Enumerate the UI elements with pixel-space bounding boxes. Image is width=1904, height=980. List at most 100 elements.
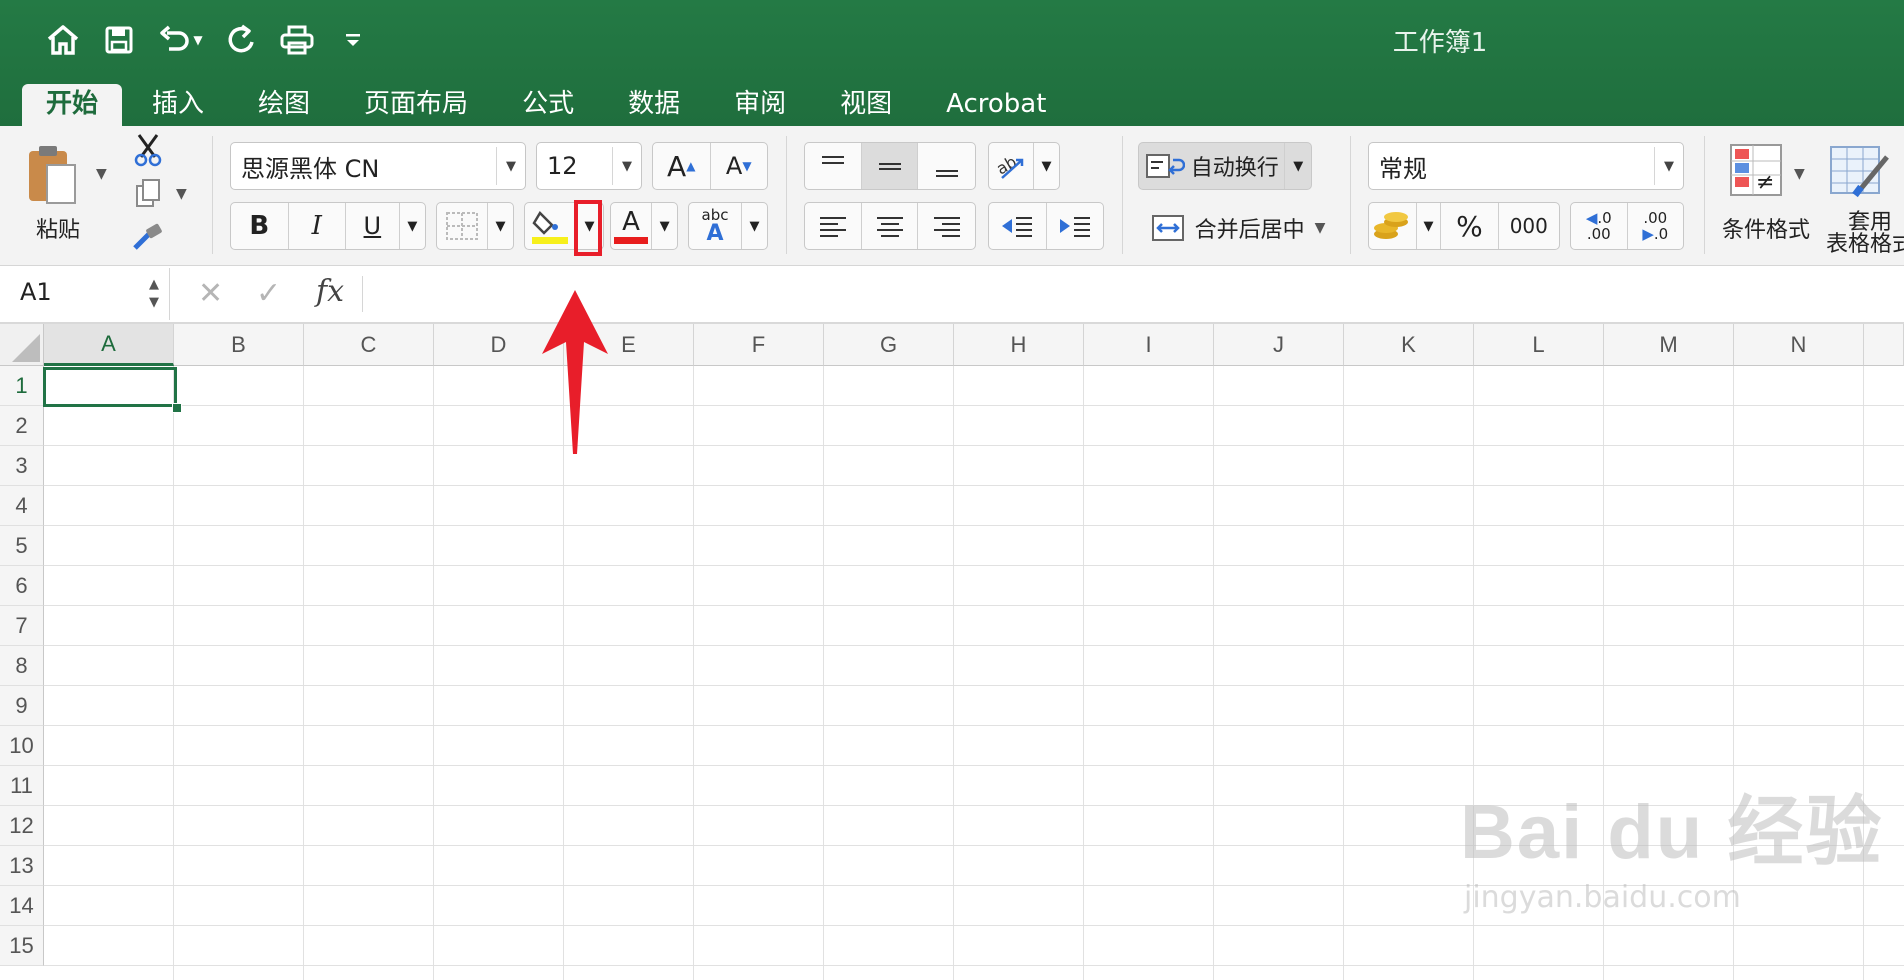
- underline-button[interactable]: U: [346, 203, 400, 249]
- align-center-button[interactable]: [862, 203, 919, 249]
- bold-button[interactable]: B: [231, 203, 289, 249]
- borders-dropdown-icon[interactable]: ▼: [488, 203, 513, 249]
- row-header[interactable]: 5: [0, 526, 44, 566]
- undo-dropdown-icon[interactable]: ▼: [193, 33, 202, 47]
- merge-center-dropdown-icon[interactable]: ▼: [1315, 220, 1326, 236]
- save-button[interactable]: [96, 17, 142, 63]
- phonetic-button[interactable]: abc A: [689, 203, 742, 249]
- wrap-text-dropdown-icon[interactable]: ▼: [1285, 143, 1311, 189]
- cancel-formula-icon[interactable]: ✕: [198, 276, 223, 311]
- row-header[interactable]: 15: [0, 926, 44, 966]
- number-format-dropdown-icon[interactable]: ▼: [1654, 147, 1683, 185]
- comma-style-button[interactable]: 000: [1499, 203, 1559, 249]
- tab-formulas[interactable]: 公式: [498, 84, 598, 126]
- customize-toolbar-button[interactable]: [330, 17, 376, 63]
- paste-dropdown-icon[interactable]: ▼: [96, 166, 107, 182]
- font-size-select[interactable]: 12 ▼: [536, 142, 642, 190]
- name-box-spinner-icon[interactable]: ▲ ▼: [149, 276, 159, 312]
- orientation-button[interactable]: ab: [989, 143, 1035, 189]
- align-top-button[interactable]: [805, 143, 862, 189]
- align-middle-button[interactable]: [861, 143, 919, 189]
- paste-button[interactable]: [22, 136, 82, 216]
- tab-insert[interactable]: 插入: [128, 84, 228, 126]
- phonetic-dropdown-icon[interactable]: ▼: [742, 203, 767, 249]
- print-button[interactable]: [274, 17, 320, 63]
- confirm-formula-icon[interactable]: ✓: [256, 276, 281, 311]
- home-button[interactable]: [40, 17, 86, 63]
- column-header[interactable]: B: [174, 324, 304, 366]
- insert-function-button[interactable]: fx: [316, 274, 344, 309]
- column-header[interactable]: M: [1604, 324, 1734, 366]
- merge-center-button[interactable]: 合并后居中 ▼: [1148, 206, 1328, 250]
- shrink-font-button[interactable]: A ▼: [711, 143, 768, 189]
- row-header[interactable]: 6: [0, 566, 44, 606]
- format-as-table-button[interactable]: [1826, 136, 1896, 206]
- italic-button[interactable]: I: [289, 203, 347, 249]
- row-header[interactable]: 1: [0, 366, 44, 406]
- column-header[interactable]: A: [44, 324, 174, 366]
- accounting-format-button[interactable]: [1369, 203, 1417, 249]
- tab-page-layout[interactable]: 页面布局: [340, 84, 492, 126]
- decrease-indent-button[interactable]: [989, 203, 1047, 249]
- column-header[interactable]: H: [954, 324, 1084, 366]
- wrap-text-button[interactable]: 自动换行: [1139, 143, 1286, 189]
- column-header[interactable]: K: [1344, 324, 1474, 366]
- percent-button[interactable]: %: [1441, 203, 1499, 249]
- conditional-format-button[interactable]: ≠: [1722, 136, 1792, 206]
- row-header[interactable]: 11: [0, 766, 44, 806]
- increase-decimal-button[interactable]: ◀.0 .00: [1571, 203, 1628, 249]
- undo-button[interactable]: ▼: [152, 17, 208, 63]
- font-name-dropdown-icon[interactable]: ▼: [496, 147, 525, 185]
- align-bottom-button[interactable]: [918, 143, 975, 189]
- row-header[interactable]: 4: [0, 486, 44, 526]
- select-all-button[interactable]: [0, 324, 44, 366]
- align-left-button[interactable]: [805, 203, 862, 249]
- name-box[interactable]: A1 ▲ ▼: [0, 268, 170, 320]
- copy-button[interactable]: [130, 176, 166, 210]
- tab-data[interactable]: 数据: [604, 84, 704, 126]
- column-header[interactable]: G: [824, 324, 954, 366]
- tab-view[interactable]: 视图: [816, 84, 916, 126]
- column-header[interactable]: C: [304, 324, 434, 366]
- decrease-decimal-button[interactable]: .00 ▶.0: [1628, 203, 1684, 249]
- column-header[interactable]: F: [694, 324, 824, 366]
- underline-dropdown-icon[interactable]: ▼: [400, 203, 425, 249]
- column-header[interactable]: I: [1084, 324, 1214, 366]
- redo-button[interactable]: [218, 17, 264, 63]
- active-cell[interactable]: [43, 367, 177, 407]
- orientation-dropdown-icon[interactable]: ▼: [1034, 143, 1059, 189]
- row-header[interactable]: 2: [0, 406, 44, 446]
- column-header[interactable]: N: [1734, 324, 1864, 366]
- tab-home[interactable]: 开始: [22, 84, 123, 126]
- column-header[interactable]: L: [1474, 324, 1604, 366]
- column-header[interactable]: J: [1214, 324, 1344, 366]
- row-header[interactable]: 12: [0, 806, 44, 846]
- borders-button[interactable]: [437, 203, 488, 249]
- font-color-dropdown-icon[interactable]: ▼: [652, 203, 677, 249]
- fill-color-button[interactable]: [525, 203, 577, 249]
- font-color-button[interactable]: A: [611, 203, 653, 249]
- increase-indent-button[interactable]: [1047, 203, 1104, 249]
- row-header[interactable]: 9: [0, 686, 44, 726]
- font-size-dropdown-icon[interactable]: ▼: [612, 147, 641, 185]
- conditional-format-dropdown-icon[interactable]: ▼: [1794, 166, 1805, 182]
- copy-dropdown-icon[interactable]: ▼: [176, 186, 187, 202]
- grow-font-button[interactable]: A ▲: [653, 143, 711, 189]
- font-name-select[interactable]: 思源黑体 CN ▼: [230, 142, 526, 190]
- row-header[interactable]: 14: [0, 886, 44, 926]
- tab-acrobat[interactable]: Acrobat: [922, 84, 1070, 126]
- row-header[interactable]: 13: [0, 846, 44, 886]
- decrease-decimal-value-a: .00: [1643, 209, 1668, 227]
- row-header[interactable]: 7: [0, 606, 44, 646]
- format-painter-button[interactable]: [130, 220, 166, 254]
- row-header[interactable]: 3: [0, 446, 44, 486]
- cut-button[interactable]: [130, 132, 166, 168]
- row-header[interactable]: 10: [0, 726, 44, 766]
- row-header[interactable]: 8: [0, 646, 44, 686]
- fill-handle[interactable]: [172, 403, 182, 413]
- accounting-dropdown-icon[interactable]: ▼: [1417, 203, 1442, 249]
- number-format-select[interactable]: 常规 ▼: [1368, 142, 1684, 190]
- tab-review[interactable]: 审阅: [710, 84, 810, 126]
- align-right-button[interactable]: [918, 203, 975, 249]
- tab-draw[interactable]: 绘图: [234, 84, 334, 126]
